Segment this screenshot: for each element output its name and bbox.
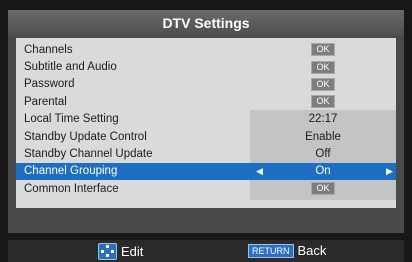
menu-item-local-time[interactable]: Local Time Setting 22:17 (16, 111, 396, 128)
menu-item-standby-channel-update[interactable]: Standby Channel Update Off (16, 145, 396, 162)
footer-bar: Edit RETURN Back (0, 240, 412, 262)
menu-item-label: Password (24, 78, 75, 91)
menu-item-channels[interactable]: Channels OK (16, 41, 396, 58)
menu-item-label: Standby Update Control (24, 130, 147, 143)
settings-list: Channels OK Subtitle and Audio OK Passwo… (16, 41, 396, 198)
edit-label: Edit (121, 244, 144, 259)
menu-item-label: Channels (24, 43, 73, 56)
tv-screen: DTV Settings Channels OK Subtitle and Au… (0, 0, 412, 262)
menu-item-value: Off (315, 148, 331, 161)
return-key-icon: RETURN (248, 243, 294, 258)
ok-button[interactable]: OK (311, 43, 335, 57)
ok-button[interactable]: OK (311, 95, 335, 109)
ok-button[interactable]: OK (311, 77, 335, 91)
menu-item-channel-grouping[interactable]: Channel Grouping ◀ On ▶ (16, 162, 396, 181)
settings-panel: Channels OK Subtitle and Audio OK Passwo… (16, 38, 396, 208)
menu-item-label: Standby Channel Update (24, 148, 153, 161)
menu-item-value: 22:17 (308, 113, 338, 126)
menu-item-subtitle-audio[interactable]: Subtitle and Audio OK (16, 58, 396, 75)
ok-button[interactable]: OK (311, 60, 335, 74)
arrow-right-icon[interactable]: ▶ (386, 166, 393, 177)
menu-item-password[interactable]: Password OK (16, 76, 396, 93)
menu-item-label: Local Time Setting (24, 113, 119, 126)
menu-item-value: Enable (305, 130, 341, 143)
back-label: Back (297, 243, 327, 258)
nav-pad-icon (98, 243, 117, 260)
page-title: DTV Settings (8, 10, 404, 36)
menu-item-common-interface[interactable]: Common Interface OK (16, 180, 396, 197)
menu-item-label: Subtitle and Audio (24, 61, 117, 74)
menu-item-label: Parental (24, 95, 67, 108)
edit-hint: Edit (98, 243, 143, 260)
menu-item-label: Common Interface (24, 182, 119, 195)
back-hint: RETURN Back (248, 243, 326, 258)
menu-item-label: Channel Grouping (24, 165, 118, 178)
menu-item-standby-update-control[interactable]: Standby Update Control Enable (16, 128, 396, 145)
menu-item-value: On (315, 165, 331, 178)
menu-item-parental[interactable]: Parental OK (16, 93, 396, 110)
ok-button[interactable]: OK (311, 182, 335, 196)
